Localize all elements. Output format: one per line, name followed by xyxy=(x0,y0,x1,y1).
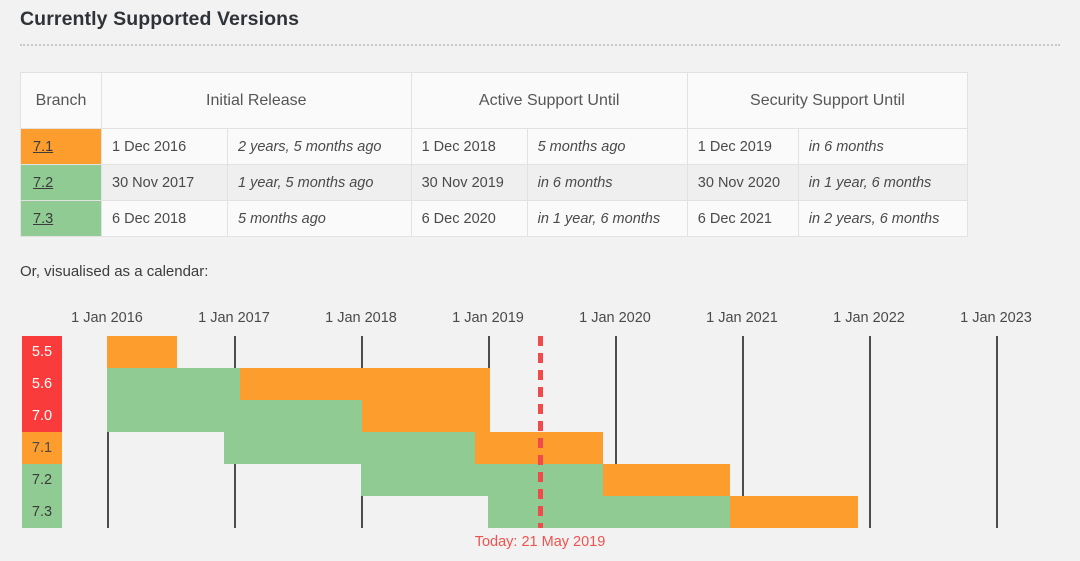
x-axis-tick-label: 1 Jan 2016 xyxy=(71,310,143,326)
initial-release-relative: 1 year, 5 months ago xyxy=(227,164,412,201)
x-axis-tick-label: 1 Jan 2017 xyxy=(198,310,270,326)
supported-versions-table: Branch Initial Release Active Support Un… xyxy=(20,72,969,237)
active-support-date: 6 Dec 2020 xyxy=(410,200,528,237)
calendar-bar-7-2-security xyxy=(603,464,730,496)
title-divider xyxy=(20,44,1060,46)
table-header: Branch Initial Release Active Support Un… xyxy=(20,72,969,129)
initial-release-date: 1 Dec 2016 xyxy=(101,128,228,165)
security-support-relative: in 1 year, 6 months xyxy=(797,164,969,201)
calendar-plot-area: 1 Jan 2016 1 Jan 2017 1 Jan 2018 1 Jan 2019… xyxy=(0,310,1080,561)
calendar-bar-5-5-security xyxy=(107,336,177,368)
column-header-branch: Branch xyxy=(20,72,102,129)
today-marker-line xyxy=(538,336,543,528)
initial-release-date: 30 Nov 2017 xyxy=(101,164,228,201)
calendar-bar-7-3-active xyxy=(488,496,730,528)
branch-cell[interactable]: 7.2 xyxy=(20,164,102,201)
x-axis-tick-label: 1 Jan 2022 xyxy=(833,310,905,326)
calendar-bar-5-6-security xyxy=(240,368,490,400)
table-row: 7.3 6 Dec 2018 5 months ago 6 Dec 2020 i… xyxy=(20,200,969,237)
column-header-initial-release: Initial Release xyxy=(101,72,412,129)
x-axis-tick-label: 1 Jan 2021 xyxy=(706,310,778,326)
initial-release-date: 6 Dec 2018 xyxy=(101,200,228,237)
security-support-date: 1 Dec 2019 xyxy=(686,128,799,165)
active-support-date: 1 Dec 2018 xyxy=(410,128,528,165)
calendar-bar-7-1-active xyxy=(224,432,475,464)
column-header-security-support: Security Support Until xyxy=(686,72,969,129)
calendar-bar-7-2-active xyxy=(361,464,603,496)
x-axis-tick-label: 1 Jan 2023 xyxy=(960,310,1032,326)
active-support-relative: 5 months ago xyxy=(526,128,688,165)
table-body: 7.1 1 Dec 2016 2 years, 5 months ago 1 D… xyxy=(20,128,969,237)
branch-link-72[interactable]: 7.2 xyxy=(33,175,53,191)
x-axis-gridline xyxy=(996,336,998,528)
calendar-bar-5-6-active xyxy=(107,368,240,400)
x-axis-tick-label: 1 Jan 2020 xyxy=(579,310,651,326)
branch-cell[interactable]: 7.1 xyxy=(20,128,102,165)
table-row: 7.2 30 Nov 2017 1 year, 5 months ago 30 … xyxy=(20,164,969,201)
security-support-date: 6 Dec 2021 xyxy=(686,200,799,237)
branch-link-71[interactable]: 7.1 xyxy=(33,139,53,155)
today-marker-label: Today: 21 May 2019 xyxy=(474,534,606,550)
calendar-bar-7-3-security xyxy=(730,496,858,528)
security-support-relative: in 2 years, 6 months xyxy=(797,200,969,237)
support-calendar-chart: 5.5 5.6 7.0 7.1 7.2 7.3 1 Jan 2016 1 Jan 2017 1… xyxy=(0,310,1080,561)
active-support-relative: in 6 months xyxy=(526,164,688,201)
column-header-active-support: Active Support Until xyxy=(410,72,688,129)
x-axis-gridline xyxy=(869,336,871,528)
x-axis-tick-label: 1 Jan 2019 xyxy=(452,310,524,326)
x-axis-tick-label: 1 Jan 2018 xyxy=(325,310,397,326)
branch-link-73[interactable]: 7.3 xyxy=(33,211,53,227)
branch-cell[interactable]: 7.3 xyxy=(20,200,102,237)
calendar-intro-text: Or, visualised as a calendar: xyxy=(20,263,209,280)
active-support-date: 30 Nov 2019 xyxy=(410,164,528,201)
security-support-relative: in 6 months xyxy=(797,128,969,165)
page-title: Currently Supported Versions xyxy=(20,8,300,30)
table-row: 7.1 1 Dec 2016 2 years, 5 months ago 1 D… xyxy=(20,128,969,165)
active-support-relative: in 1 year, 6 months xyxy=(526,200,688,237)
security-support-date: 30 Nov 2020 xyxy=(686,164,799,201)
calendar-bar-7-0-security xyxy=(362,400,490,432)
table-header-row: Branch Initial Release Active Support Un… xyxy=(20,72,969,129)
calendar-bar-7-0-active xyxy=(107,400,362,432)
initial-release-relative: 5 months ago xyxy=(227,200,412,237)
initial-release-relative: 2 years, 5 months ago xyxy=(227,128,412,165)
